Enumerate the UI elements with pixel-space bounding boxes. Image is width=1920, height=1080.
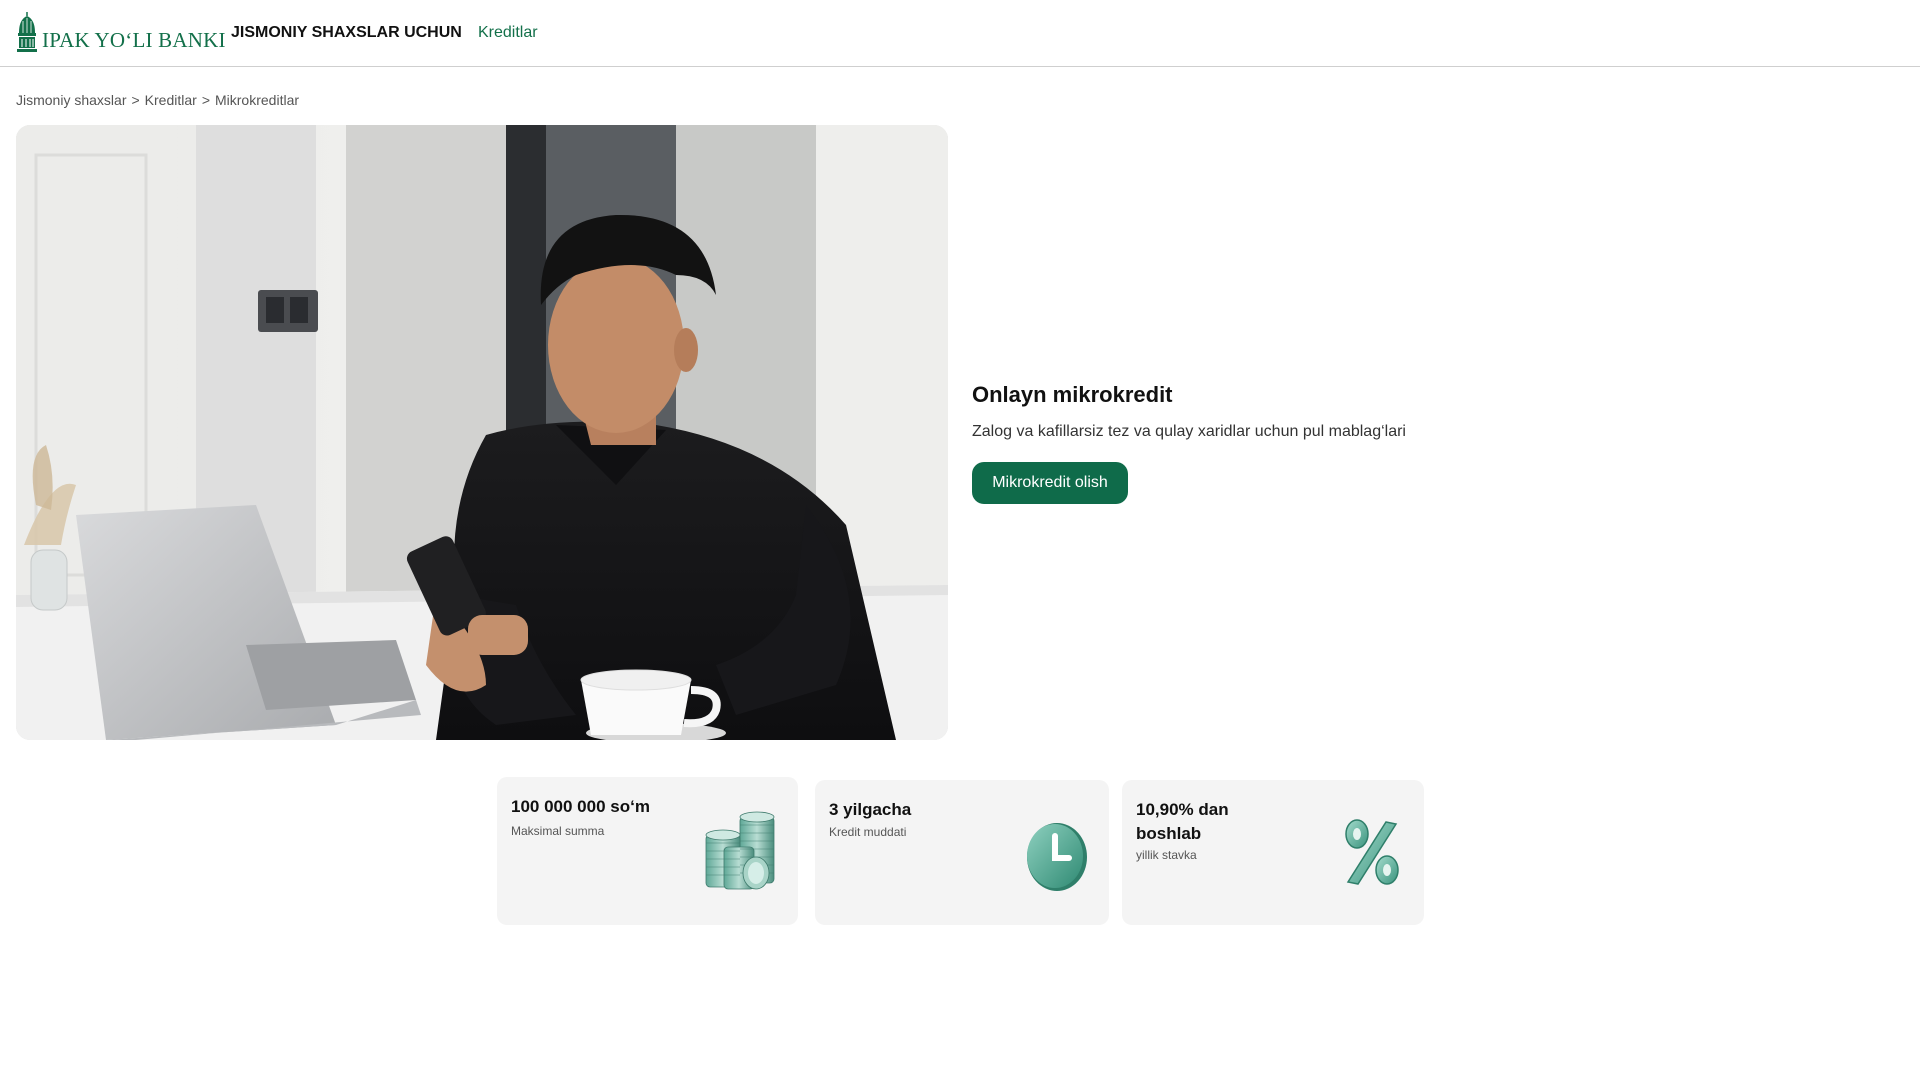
feature-label: Kredit muddati xyxy=(829,825,907,839)
clock-icon xyxy=(1027,823,1087,891)
breadcrumb-item-credits[interactable]: Kreditlar xyxy=(145,92,197,108)
site-header: IPAK YO‘LI BANKI JISMONIY SHAXSLAR UCHUN… xyxy=(0,0,1920,67)
nav-credits[interactable]: Kreditlar xyxy=(478,24,538,42)
tower-logo-icon xyxy=(17,12,37,52)
feature-label: yillik stavka xyxy=(1136,848,1197,862)
get-microcredit-button[interactable]: Mikrokredit olish xyxy=(972,462,1128,504)
man-with-phone-illustration xyxy=(16,125,948,740)
feature-value: 3 yilgacha xyxy=(829,800,912,819)
breadcrumb-separator: > xyxy=(131,92,140,108)
percent-icon xyxy=(1345,819,1399,885)
hero-title: Onlayn mikrokredit xyxy=(972,382,1173,407)
hero-photo xyxy=(16,125,948,740)
breadcrumb-item-individuals[interactable]: Jismoniy shaxslar xyxy=(16,92,126,108)
breadcrumb: Jismoniy shaxslar > Kreditlar > Mikrokreditl… xyxy=(16,92,299,108)
hero-subtitle: Zalog va kafillarsiz tez va qulay xaridl… xyxy=(972,423,1406,440)
logo-text: IPAK YO‘LI BANKI xyxy=(42,28,226,52)
breadcrumb-item-current: Mikrokreditlar xyxy=(215,92,300,108)
coins-stack-icon xyxy=(705,811,775,890)
feature-card-term: 3 yilgacha Kredit muddati xyxy=(815,780,1109,925)
feature-value: 10,90% dan boshlab xyxy=(1136,800,1229,843)
feature-card-rate: 10,90% dan boshlab yillik stavka xyxy=(1122,780,1424,925)
feature-value: 100 000 000 so‘m xyxy=(511,797,650,816)
nav-individuals[interactable]: JISMONIY SHAXSLAR UCHUN xyxy=(231,24,462,42)
bank-logo[interactable]: IPAK YO‘LI BANKI xyxy=(16,11,226,53)
feature-card-max-amount: 100 000 000 so‘m Maksimal summa xyxy=(497,777,798,925)
feature-label: Maksimal summa xyxy=(511,824,605,838)
breadcrumb-separator: > xyxy=(201,92,210,108)
